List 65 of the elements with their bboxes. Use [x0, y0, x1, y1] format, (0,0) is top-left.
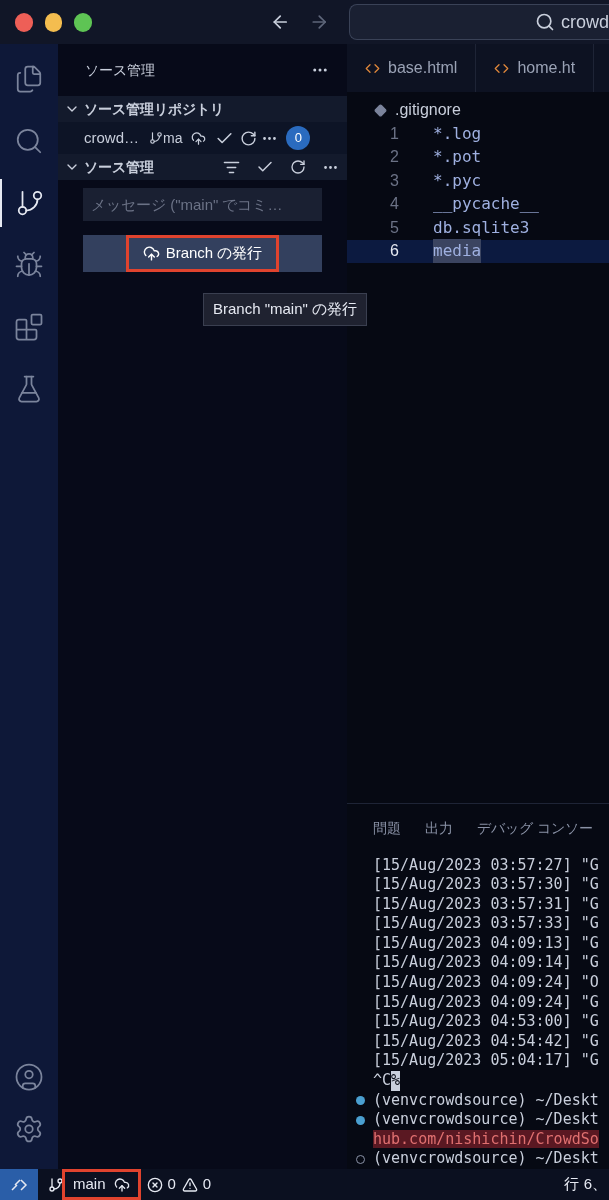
- search-text: crowd: [561, 10, 609, 34]
- panel-tab[interactable]: デバッグ コンソー: [477, 818, 593, 839]
- git-file-icon: [374, 103, 387, 117]
- editor-tab[interactable]: base.html: [347, 44, 477, 92]
- refresh-icon[interactable]: [240, 129, 258, 147]
- breadcrumb[interactable]: .gitignore: [395, 98, 461, 122]
- terminal-line: [15/Aug/2023 05:04:17] "G: [373, 1051, 599, 1070]
- repository-row[interactable]: crowd… ma 0: [58, 122, 347, 154]
- minimize-window-button[interactable]: [44, 12, 63, 32]
- terminal-line: [15/Aug/2023 04:09:24] "G: [373, 992, 599, 1011]
- remote-icon: [10, 1177, 28, 1192]
- sidebar-title: ソース管理: [85, 60, 155, 80]
- terminal-line: [15/Aug/2023 03:57:30] "G: [373, 875, 599, 894]
- branch-icon: [149, 131, 163, 145]
- cloud-upload-icon: [142, 245, 160, 262]
- section-header[interactable]: ソース管理リポジトリ: [58, 96, 347, 122]
- cloud-upload-icon[interactable]: [191, 130, 207, 146]
- error-count[interactable]: 0: [167, 1173, 176, 1196]
- terminal-line: (venvcrowdsource) ~/Deskt: [373, 1090, 599, 1111]
- search-icon: [535, 12, 555, 32]
- line-number: 6: [389, 241, 399, 262]
- terminal-line: [15/Aug/2023 03:57:27] "G: [373, 855, 599, 874]
- code-line: *.pot: [433, 146, 482, 169]
- panel-tab[interactable]: 出力: [425, 818, 453, 839]
- terminal-line: [15/Aug/2023 04:09:13] "G: [373, 933, 599, 952]
- terminal-line: [15/Aug/2023 04:54:42] "G: [373, 1031, 599, 1050]
- section-header[interactable]: ソース管理: [58, 154, 347, 180]
- terminal-line: [15/Aug/2023 04:09:14] "G: [373, 953, 599, 972]
- terminal-cursor: %: [391, 1071, 401, 1091]
- refresh-icon[interactable]: [290, 159, 306, 175]
- commit-message-field[interactable]: メッセージ ("main" でコミ…: [83, 188, 322, 221]
- terminal-line: [15/Aug/2023 03:57:31] "G: [373, 894, 599, 913]
- error-icon: [146, 1176, 163, 1193]
- line-number: 2: [389, 147, 399, 168]
- terminal-line: (venvcrowdsource) ~/Deskt: [373, 1110, 599, 1130]
- count-badge: 0: [286, 126, 311, 150]
- terminal-line: (venvcrowdsource) ~/Deskt: [373, 1149, 599, 1169]
- repository-name: crowd…: [84, 127, 139, 148]
- panel-tab[interactable]: 問題: [373, 818, 401, 839]
- code-line: *.pyc: [433, 169, 482, 192]
- terminal-line: [15/Aug/2023 03:57:33] "G: [373, 914, 599, 933]
- publish-branch-button[interactable]: Branch の発行: [83, 235, 322, 272]
- line-number: 5: [389, 217, 399, 238]
- branch-status[interactable]: main: [62, 1169, 141, 1200]
- warning-icon: [181, 1176, 198, 1193]
- terminal-line: [15/Aug/2023 04:09:24] "O: [373, 973, 599, 992]
- cursor-position[interactable]: 行 6、: [564, 1173, 609, 1196]
- tooltip: Branch "main" の発行: [203, 293, 368, 326]
- code-line: db.sqlite3: [433, 216, 530, 239]
- code-line: *.log: [433, 122, 482, 145]
- line-number: 1: [389, 123, 399, 144]
- line-number: 4: [389, 194, 399, 215]
- warning-count[interactable]: 0: [202, 1173, 212, 1196]
- publish-label: Branch の発行: [125, 235, 280, 272]
- line-number: 3: [389, 170, 399, 191]
- editor-tab[interactable]: home.ht: [476, 44, 595, 92]
- branch-icon: [48, 1176, 64, 1193]
- branch-name: ma: [163, 128, 183, 148]
- code-line: __pycache__: [433, 193, 539, 216]
- cloud-upload-icon: [113, 1176, 130, 1193]
- maximize-window-button[interactable]: [74, 12, 93, 32]
- terminal-line: [15/Aug/2023 04:53:00] "G: [373, 1012, 599, 1031]
- close-window-button[interactable]: [15, 12, 33, 32]
- command-search-field[interactable]: crowd: [349, 4, 609, 40]
- remote-button[interactable]: [0, 1169, 38, 1200]
